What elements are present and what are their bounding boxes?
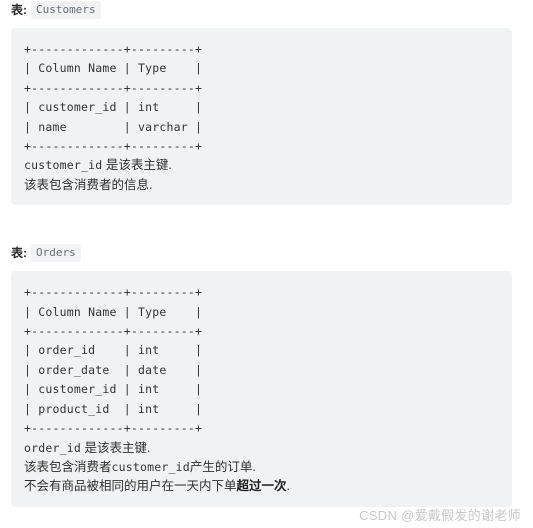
code-line: +-------------+---------+ bbox=[24, 421, 203, 436]
note-emphasis: 超过一次 bbox=[236, 479, 287, 494]
note-mono: customer_id bbox=[111, 459, 190, 474]
note-line: 该表包含消费者的信息. bbox=[11, 176, 512, 195]
page-root: 表: Customers +-------------+---------+ |… bbox=[0, 0, 533, 528]
note-line: customer_id 是该表主键. bbox=[11, 156, 512, 175]
code-block-orders: +-------------+---------+ | Column Name … bbox=[11, 271, 512, 507]
note-line: 不会有商品被相同的用户在一天内下单超过一次. bbox=[11, 477, 512, 496]
code-line: | customer_id | int | bbox=[24, 382, 203, 397]
code-line: | Column Name | Type | bbox=[24, 61, 203, 76]
note-prefix: 不会有商品被相同的用户在一天内下单 bbox=[24, 479, 237, 494]
table-caption-customers: 表: Customers bbox=[0, 0, 533, 20]
note-text: 是该表主键. bbox=[81, 440, 151, 455]
code-block-customers: +-------------+---------+ | Column Name … bbox=[11, 28, 512, 206]
csdn-watermark: CSDN @爱戴假发的谢老师 bbox=[359, 508, 521, 523]
code-line: | order_date | date | bbox=[24, 362, 203, 377]
caption-label: 表: bbox=[11, 246, 27, 261]
note-text: 是该表主键. bbox=[102, 158, 172, 173]
note-line: 该表包含消费者customer_id产生的订单. bbox=[11, 458, 512, 477]
code-line: | Column Name | Type | bbox=[24, 304, 203, 319]
note-mono: customer_id bbox=[24, 158, 103, 173]
code-line: +-------------+---------+ bbox=[24, 80, 203, 95]
note-text: 产生的订单. bbox=[189, 459, 256, 474]
code-line: +-------------+---------+ bbox=[24, 42, 203, 56]
code-line: | product_id | int | bbox=[24, 401, 203, 416]
note-line: order_id 是该表主键. bbox=[11, 439, 512, 458]
caption-code-badge: Customers bbox=[31, 1, 101, 19]
code-line: +-------------+---------+ bbox=[24, 285, 203, 300]
note-text: . bbox=[286, 479, 291, 494]
code-line: | name | varchar | bbox=[24, 119, 203, 134]
table-caption-orders: 表: Orders bbox=[0, 243, 533, 263]
note-prefix: 该表包含消费者 bbox=[24, 459, 112, 474]
code-line: | customer_id | int | bbox=[24, 100, 203, 115]
code-line: | order_id | int | bbox=[24, 343, 203, 358]
caption-code-badge: Orders bbox=[31, 244, 81, 263]
code-line: +-------------+---------+ bbox=[24, 324, 203, 339]
note-text: 该表包含消费者的信息. bbox=[24, 177, 153, 192]
code-line: +-------------+---------+ bbox=[24, 139, 203, 154]
caption-label: 表: bbox=[11, 3, 27, 17]
note-mono: order_id bbox=[24, 440, 81, 455]
